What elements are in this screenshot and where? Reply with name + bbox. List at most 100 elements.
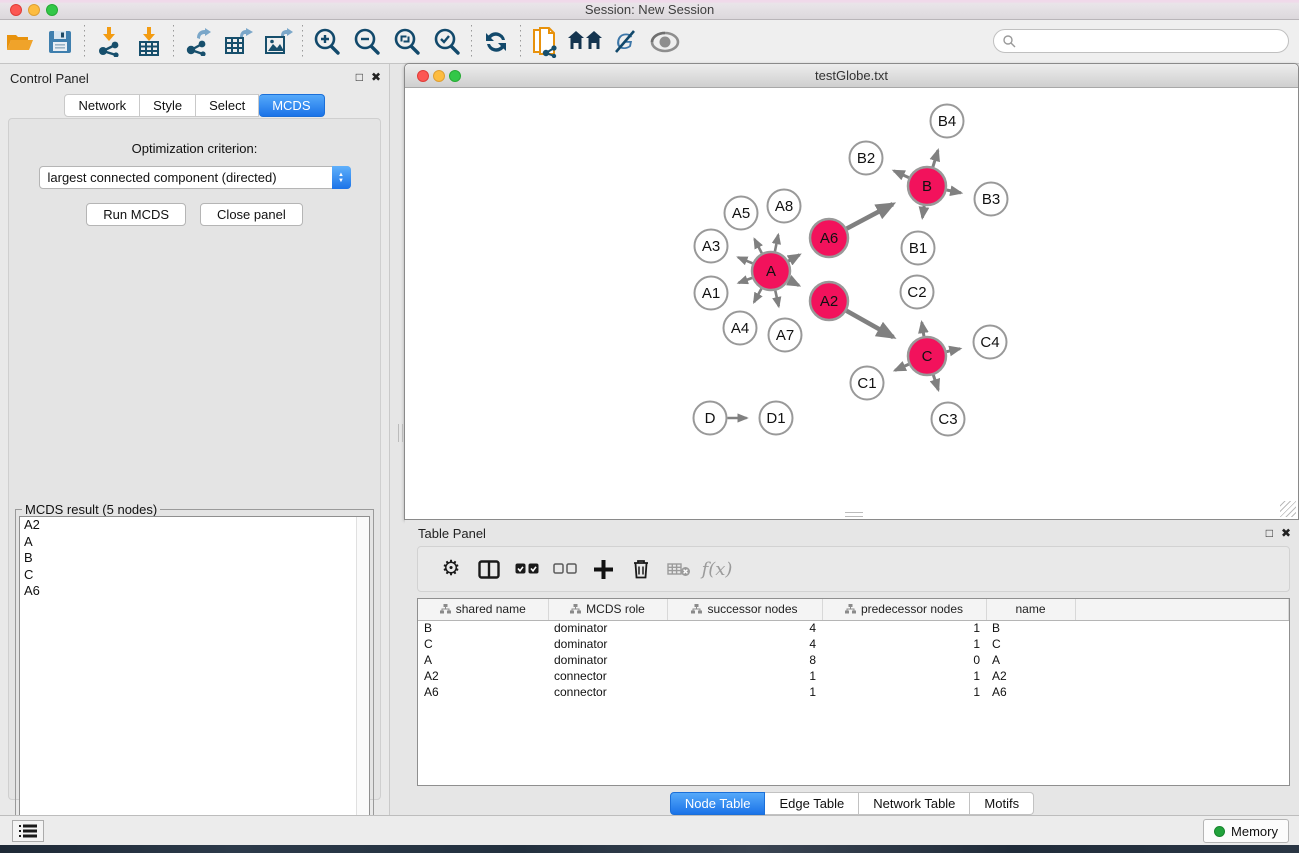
- zoom-out-icon[interactable]: [347, 24, 387, 60]
- delete-table-icon[interactable]: [660, 551, 698, 587]
- ndex-home-icon[interactable]: [565, 24, 605, 60]
- search-field[interactable]: [993, 29, 1289, 53]
- graph-node-D1[interactable]: D1: [760, 402, 793, 435]
- window-resize-grip[interactable]: [1280, 501, 1296, 517]
- result-item[interactable]: A2: [20, 517, 369, 534]
- tab-network[interactable]: Network: [64, 94, 140, 117]
- graph-edge-B-B3[interactable]: [947, 190, 961, 193]
- tab-style[interactable]: Style: [140, 94, 196, 117]
- graph-node-A3[interactable]: A3: [695, 230, 728, 263]
- tab-select[interactable]: Select: [196, 94, 259, 117]
- zoom-in-icon[interactable]: [307, 24, 347, 60]
- column-header-successor-nodes[interactable]: successor nodes: [667, 599, 822, 620]
- tab-node-table[interactable]: Node Table: [670, 792, 766, 815]
- column-header-name[interactable]: name: [986, 599, 1075, 620]
- delete-column-icon[interactable]: [622, 551, 660, 587]
- close-panel-button[interactable]: Close panel: [200, 203, 303, 226]
- result-item[interactable]: A6: [20, 583, 369, 600]
- graph-node-B4[interactable]: B4: [931, 105, 964, 138]
- import-network-icon[interactable]: [89, 24, 129, 60]
- network-window-titlebar[interactable]: testGlobe.txt: [405, 64, 1298, 88]
- graph-node-A[interactable]: A: [752, 252, 790, 290]
- graph-node-B3[interactable]: B3: [975, 183, 1008, 216]
- function-builder-icon[interactable]: f(x): [698, 551, 736, 587]
- float-panel-icon[interactable]: □: [356, 70, 363, 84]
- tab-mcds[interactable]: MCDS: [259, 94, 324, 117]
- graph-node-B[interactable]: B: [908, 167, 946, 205]
- graph-node-A4[interactable]: A4: [724, 312, 757, 345]
- result-item[interactable]: A: [20, 534, 369, 551]
- graph-node-C2[interactable]: C2: [901, 276, 934, 309]
- select-all-checkboxes-icon[interactable]: [508, 551, 546, 587]
- column-header-MCDS-role[interactable]: MCDS role: [548, 599, 667, 620]
- tab-edge-table[interactable]: Edge Table: [765, 792, 859, 815]
- network-canvas[interactable]: B4B2BB3A5A8A6A3B1AA1C2A2A4A7C4CC1C3DD1: [405, 88, 1298, 519]
- vertical-splitter-handle[interactable]: [398, 424, 403, 442]
- show-column-icon[interactable]: [470, 551, 508, 587]
- graph-edge-A-A3[interactable]: [738, 257, 752, 263]
- graph-node-A6[interactable]: A6: [810, 219, 848, 257]
- task-history-button[interactable]: [12, 820, 44, 842]
- refresh-icon[interactable]: [476, 24, 516, 60]
- table-row[interactable]: Cdominator41C: [418, 636, 1289, 652]
- graph-edge-B-B1[interactable]: [922, 206, 924, 218]
- export-image-icon[interactable]: [258, 24, 298, 60]
- graph-node-A5[interactable]: A5: [725, 197, 758, 230]
- new-network-from-selection-icon[interactable]: [525, 24, 565, 60]
- result-scrollbar[interactable]: [356, 517, 369, 850]
- graph-edge-C-C1[interactable]: [895, 364, 909, 370]
- add-column-icon[interactable]: [584, 551, 622, 587]
- deselect-all-checkboxes-icon[interactable]: [546, 551, 584, 587]
- graph-node-C4[interactable]: C4: [974, 326, 1007, 359]
- graph-edge-A2-C[interactable]: [846, 311, 893, 337]
- table-settings-icon[interactable]: ⚙: [432, 551, 470, 587]
- graph-node-D[interactable]: D: [694, 402, 727, 435]
- criterion-dropdown[interactable]: largest connected component (directed) ▲…: [39, 166, 351, 189]
- graph-edge-B-B4[interactable]: [933, 150, 938, 167]
- table-row[interactable]: Bdominator41B: [418, 620, 1289, 636]
- graph-edge-A-A8[interactable]: [775, 235, 778, 252]
- table-row[interactable]: A2connector11A2: [418, 668, 1289, 684]
- save-session-icon[interactable]: [40, 24, 80, 60]
- table-close-icon[interactable]: ✖: [1281, 526, 1291, 540]
- close-panel-icon[interactable]: ✖: [371, 70, 381, 84]
- export-network-icon[interactable]: [178, 24, 218, 60]
- graph-edge-C-C3[interactable]: [933, 375, 938, 390]
- export-table-icon[interactable]: [218, 24, 258, 60]
- table-row[interactable]: A6connector11A6: [418, 684, 1289, 700]
- table-row[interactable]: Adominator80A: [418, 652, 1289, 668]
- table-float-icon[interactable]: □: [1266, 526, 1273, 540]
- graph-edge-C-C2[interactable]: [922, 322, 924, 336]
- graph-node-A2[interactable]: A2: [810, 282, 848, 320]
- column-header-shared-name[interactable]: shared name: [418, 599, 548, 620]
- show-hide-details-icon[interactable]: [645, 24, 685, 60]
- open-session-icon[interactable]: [0, 24, 40, 60]
- graph-node-C[interactable]: C: [908, 337, 946, 375]
- graph-edge-C-C4[interactable]: [947, 349, 961, 352]
- graph-node-A8[interactable]: A8: [768, 190, 801, 223]
- result-item[interactable]: C: [20, 567, 369, 584]
- horizontal-splitter-handle[interactable]: [845, 512, 863, 517]
- memory-button[interactable]: Memory: [1203, 819, 1289, 843]
- graph-node-B2[interactable]: B2: [850, 142, 883, 175]
- graph-edge-A6-B[interactable]: [847, 204, 893, 229]
- graph-node-A7[interactable]: A7: [769, 319, 802, 352]
- zoom-fit-icon[interactable]: [387, 24, 427, 60]
- zoom-selected-icon[interactable]: [427, 24, 467, 60]
- run-mcds-button[interactable]: Run MCDS: [86, 203, 186, 226]
- graph-edge-A-A5[interactable]: [754, 239, 761, 253]
- graph-edge-A-A7[interactable]: [775, 291, 778, 307]
- graph-edge-B-B2[interactable]: [894, 171, 909, 178]
- graphics-details-icon[interactable]: G: [605, 24, 645, 60]
- graph-edge-A-A1[interactable]: [739, 278, 753, 283]
- graph-node-A1[interactable]: A1: [695, 277, 728, 310]
- tab-motifs[interactable]: Motifs: [970, 792, 1034, 815]
- column-header-predecessor-nodes[interactable]: predecessor nodes: [822, 599, 986, 620]
- graph-node-C3[interactable]: C3: [932, 403, 965, 436]
- graph-node-B1[interactable]: B1: [902, 232, 935, 265]
- graph-edge-A-A6[interactable]: [788, 255, 799, 261]
- graph-edge-A-A4[interactable]: [754, 289, 761, 303]
- result-item[interactable]: B: [20, 550, 369, 567]
- tab-network-table[interactable]: Network Table: [859, 792, 970, 815]
- graph-edge-A-A2[interactable]: [789, 280, 799, 285]
